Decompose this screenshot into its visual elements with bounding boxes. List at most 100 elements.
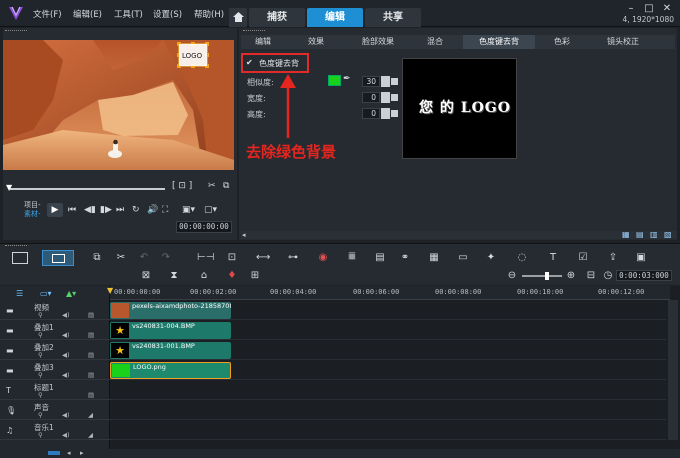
mask-icon[interactable]: ✦ [484,252,498,264]
aspect-ratio-icon[interactable]: ▣▾ [182,205,195,215]
snapshot-icon[interactable]: ▢▾ [204,205,217,215]
split-icon[interactable]: ✂ [208,181,216,191]
storyboard-view-icon[interactable] [12,252,28,264]
subtab-blend[interactable]: 混合 [413,35,457,49]
visibility-icon[interactable]: ▤ [88,391,94,399]
copy-attributes-icon[interactable]: ⧉ [90,252,104,264]
width-input[interactable]: 0 [362,92,380,103]
subtab-effect[interactable]: 效果 [291,35,341,49]
go-to-start-icon[interactable]: ⏮ [68,205,76,215]
track-manager-icon[interactable]: ☰ [16,289,23,298]
subtab-edit[interactable]: 编辑 [241,35,285,49]
timeline-horizontal-scrollbar[interactable]: ◂ ▸ [0,449,680,458]
tab-edit[interactable]: 编辑 [307,8,363,27]
chroma-key-checkbox[interactable]: ✔ [246,58,253,67]
mute-icon[interactable]: ◀) [62,331,70,339]
mute-icon[interactable]: ◀) [62,431,70,439]
panel-option-1-icon[interactable]: ▦ [622,230,630,239]
subtitle-icon[interactable]: ▤ [373,252,387,264]
track-header-video[interactable]: ▬ 视频 ⚲ ◀) ▤ [0,301,110,320]
export-icon[interactable]: ⇪ [606,252,620,264]
link-icon[interactable]: ⚭ [398,252,412,264]
step-forward-icon[interactable]: ▮▶ [100,205,112,215]
mute-icon[interactable]: ◀) [62,411,70,419]
mute-icon[interactable]: ◀) [62,311,70,319]
scroll-right-icon[interactable]: ▸ [80,449,84,457]
clip-label[interactable]: 素材- [24,209,41,219]
ripple-icon[interactable]: ⊶ [286,252,300,264]
volume-icon[interactable]: ◢ [88,411,93,419]
tools-icon[interactable]: ✂ [114,252,128,264]
trim-marker-icon[interactable]: [ ⊡ ] [172,181,192,191]
visibility-icon[interactable]: ▤ [88,311,94,319]
split-clip-icon[interactable]: ⟷ [256,252,270,264]
panel-option-2-icon[interactable]: ▤ [636,230,644,239]
clip-video[interactable]: pexels-aixamdphoto-21858708.jpg [110,302,231,319]
minimize-icon[interactable]: – [625,3,637,14]
lock-icon[interactable]: ⚲ [38,331,43,339]
panel-grip-right[interactable] [243,30,265,32]
maximize-icon[interactable]: □ [643,3,655,14]
lasso-icon[interactable]: ◌ [515,252,529,264]
camera-icon[interactable]: ⌂ [197,270,211,282]
record-icon[interactable]: ◉ [316,252,330,264]
repeat-icon[interactable]: ↻ [132,205,140,215]
subtab-lens-correction[interactable]: 镜头校正 [591,35,655,49]
visibility-icon[interactable]: ▤ [88,351,94,359]
mute-icon[interactable]: ◀) [62,371,70,379]
clip-overlay3[interactable]: LOGO.png [110,362,231,379]
go-to-end-icon[interactable]: ⏭ [116,205,124,215]
volume-icon[interactable]: 🔊 [147,205,158,215]
mute-icon[interactable]: ◀) [62,351,70,359]
similarity-stepper[interactable] [381,76,390,87]
scroll-left-icon[interactable]: ◂ [242,231,246,239]
panel-grip[interactable] [5,30,27,32]
menu-tools[interactable]: 工具(T) [114,8,143,20]
track-header-overlay1[interactable]: ▬ 叠加1 ⚲ ◀) ▤ [0,321,110,340]
menu-edit[interactable]: 编辑(E) [73,8,102,20]
text-icon[interactable]: T [546,252,560,264]
tab-home[interactable] [229,8,247,27]
speed-icon[interactable]: ⧗ [167,270,181,282]
smart-package-icon[interactable]: ⊠ [139,270,153,282]
clip-overlay2[interactable]: ★ vs240831-001.BMP [110,342,231,359]
subtab-face-effect[interactable]: 脸部效果 [346,35,410,49]
zoom-slider[interactable] [522,275,562,277]
arrange-icon[interactable]: ⊞ [248,270,262,282]
track-header-voice[interactable]: 🎙 声音 ⚲ ◀) ◢ [0,401,110,420]
time-ruler[interactable]: 00:00:00:00 00:00:02:00 00:00:04:00 00:0… [110,286,670,300]
tab-share[interactable]: 共享 [365,8,421,27]
step-back-icon[interactable]: ◀▮ [84,205,96,215]
motion-icon[interactable]: ▭ [456,252,470,264]
clock-icon[interactable]: ◷ [601,270,615,282]
copy-icon[interactable]: ⧉ [223,181,229,191]
redo-icon[interactable]: ↷ [159,252,173,264]
zoom-out-icon[interactable]: ⊖ [505,270,519,282]
scroll-left-icon[interactable]: ◂ [67,449,71,457]
lock-icon[interactable]: ⚲ [38,311,43,319]
scrub-bar[interactable] [10,188,165,190]
height-stepper[interactable] [381,108,390,119]
fullscreen-icon[interactable]: ⛶ [162,205,168,215]
similarity-input[interactable]: 30 [362,76,380,87]
settings-icon[interactable]: ▣ [634,252,648,264]
zoom-slider-handle[interactable] [545,272,549,280]
width-dropdown-icon[interactable] [391,94,398,101]
panel-option-4-icon[interactable]: ▧ [664,230,672,239]
tab-capture[interactable]: 捕获 [249,8,305,27]
microphone-icon[interactable]: ♦ [225,270,239,282]
volume-icon[interactable]: ◢ [88,431,93,439]
lock-icon[interactable]: ⚲ [38,371,43,379]
scrub-handle[interactable]: ▼ [6,183,14,192]
visibility-icon[interactable]: ▤ [88,331,94,339]
width-stepper[interactable] [381,92,390,103]
track-options-icon[interactable]: ▭▾ [40,289,52,298]
zoom-in-icon[interactable]: ⊕ [564,270,578,282]
height-input[interactable]: 0 [362,108,380,119]
lock-icon[interactable]: ⚲ [38,351,43,359]
playhead-icon[interactable]: ▼ [107,286,113,295]
track-header-title[interactable]: T 标题1 ⚲ ▤ [0,381,110,400]
menu-file[interactable]: 文件(F) [33,8,62,20]
audio-mix-icon[interactable]: 𝄜 [345,252,359,264]
track-header-overlay3[interactable]: ▬ 叠加3 ⚲ ◀) ▤ [0,361,110,380]
